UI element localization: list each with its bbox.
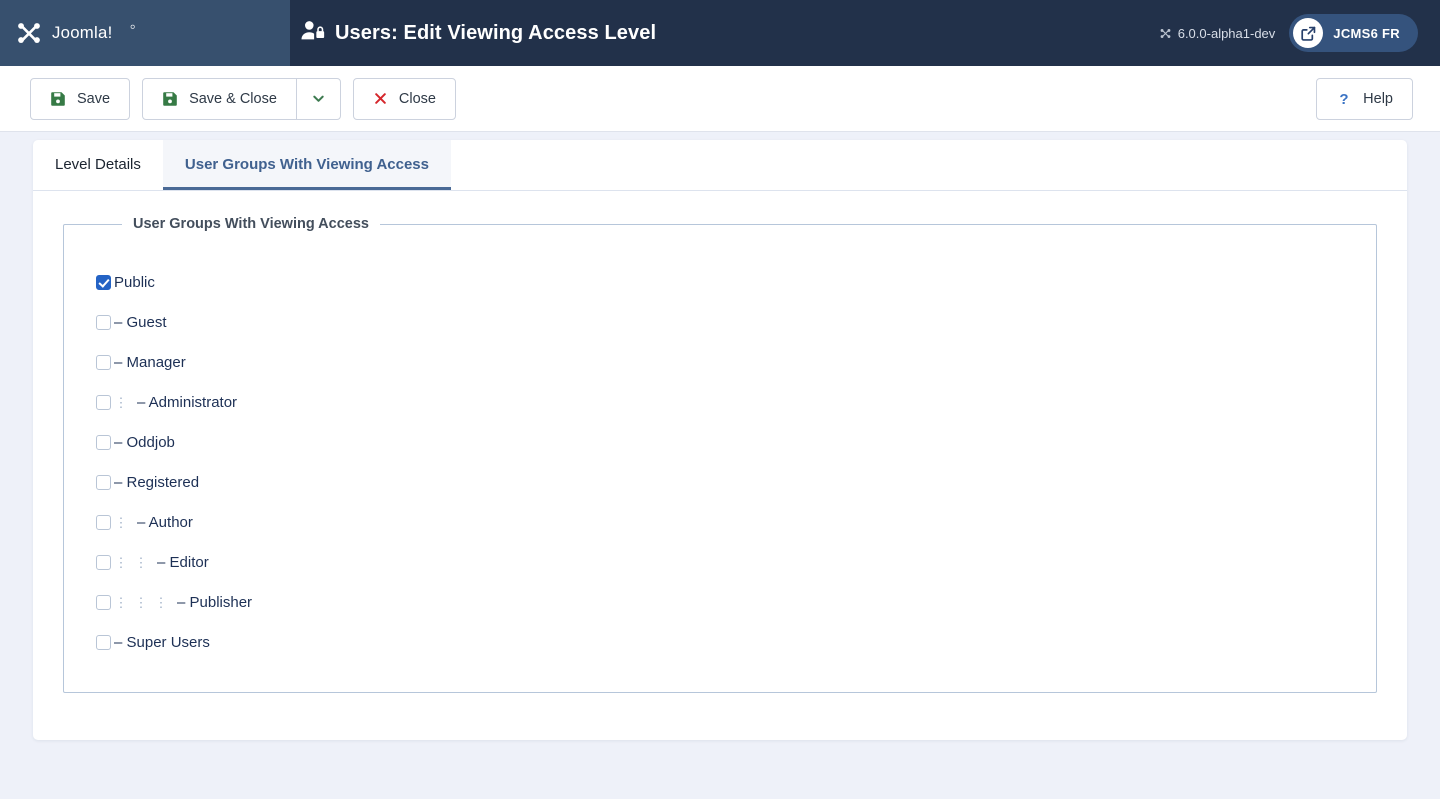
tab-level-details[interactable]: Level Details bbox=[33, 140, 163, 190]
indent-marker-icon: ⋮ bbox=[134, 594, 148, 610]
user-group-row[interactable]: – Oddjob bbox=[96, 422, 1350, 462]
tab-user-groups-with-viewing-access[interactable]: User Groups With Viewing Access bbox=[162, 140, 451, 190]
user-lock-icon bbox=[300, 18, 335, 49]
save-and-close-button[interactable]: Save & Close bbox=[142, 77, 297, 120]
user-group-row[interactable]: – Super Users bbox=[96, 622, 1350, 662]
save-and-close-button-label: Save & Close bbox=[189, 90, 277, 107]
user-group-label[interactable]: – Oddjob bbox=[114, 434, 175, 451]
indent-marker-icon: ⋮ bbox=[154, 594, 168, 610]
user-group-checkbox[interactable] bbox=[96, 434, 111, 450]
svg-text:?: ? bbox=[1340, 91, 1349, 107]
user-group-row[interactable]: ⋮ ⋮ – Editor bbox=[96, 542, 1350, 582]
tab-bar: Level Details User Groups With Viewing A… bbox=[33, 140, 1407, 191]
toolbar-left-group: Save Save & Close Close bbox=[30, 77, 456, 120]
floppy-save-icon bbox=[50, 91, 66, 107]
question-mark-icon: ? bbox=[1336, 91, 1352, 107]
indent-markers: ⋮ bbox=[111, 516, 131, 529]
user-group-label[interactable]: – Guest bbox=[114, 314, 167, 331]
save-close-button-group: Save & Close bbox=[142, 77, 341, 120]
indent-markers: ⋮ bbox=[111, 396, 131, 409]
floppy-save-icon bbox=[162, 91, 178, 107]
page-body: Level Details User Groups With Viewing A… bbox=[0, 140, 1440, 799]
content-card: Level Details User Groups With Viewing A… bbox=[33, 140, 1407, 740]
user-group-checkbox[interactable] bbox=[96, 354, 111, 370]
x-icon bbox=[373, 91, 388, 106]
header-right-area: 6.0.0-alpha1-dev JCMS6 FR bbox=[1159, 0, 1440, 66]
user-group-label[interactable]: – Publisher bbox=[177, 594, 252, 611]
user-group-label[interactable]: – Manager bbox=[114, 354, 186, 371]
user-menu-button[interactable]: JCMS6 FR bbox=[1289, 14, 1418, 52]
save-button[interactable]: Save bbox=[30, 77, 131, 120]
joomla-logo[interactable]: Joomla! bbox=[14, 18, 157, 48]
page-title-area: Users: Edit Viewing Access Level bbox=[290, 0, 1159, 66]
user-group-label[interactable]: Public bbox=[114, 274, 155, 291]
user-group-row[interactable]: Public bbox=[96, 262, 1350, 302]
user-groups-fieldset: User Groups With Viewing Access Public – … bbox=[63, 216, 1377, 693]
user-group-label[interactable]: – Editor bbox=[157, 554, 209, 571]
save-button-label: Save bbox=[77, 90, 111, 107]
indent-marker-icon: ⋮ bbox=[114, 594, 128, 610]
help-button[interactable]: ? Help bbox=[1316, 77, 1413, 120]
joomla-logo-icon bbox=[14, 18, 44, 48]
brand-area[interactable]: Joomla! bbox=[0, 0, 290, 66]
user-group-checkbox[interactable] bbox=[96, 314, 111, 330]
save-options-dropdown-toggle[interactable] bbox=[295, 77, 341, 120]
user-group-checkbox[interactable] bbox=[96, 554, 111, 570]
tab-panel-user-groups: User Groups With Viewing Access Public – … bbox=[33, 191, 1407, 733]
close-button[interactable]: Close bbox=[352, 77, 456, 120]
toolbar-right-group: ? Help bbox=[1316, 77, 1413, 120]
close-button-label: Close bbox=[398, 90, 436, 107]
indent-marker-icon: ⋮ bbox=[114, 554, 128, 570]
user-name-label: JCMS6 FR bbox=[1333, 25, 1400, 41]
version-indicator: 6.0.0-alpha1-dev bbox=[1159, 25, 1276, 41]
indent-markers: ⋮ ⋮ bbox=[111, 556, 151, 569]
user-group-row[interactable]: – Registered bbox=[96, 462, 1350, 502]
user-group-checkbox[interactable] bbox=[96, 474, 111, 490]
user-group-checkbox[interactable] bbox=[96, 634, 111, 650]
user-group-row[interactable]: – Guest bbox=[96, 302, 1350, 342]
indent-marker-icon: ⋮ bbox=[114, 394, 128, 410]
user-group-row[interactable]: ⋮ – Administrator bbox=[96, 382, 1350, 422]
external-link-icon bbox=[1293, 18, 1324, 48]
user-group-label[interactable]: – Registered bbox=[114, 474, 199, 491]
page-title: Users: Edit Viewing Access Level bbox=[335, 21, 657, 44]
user-group-label[interactable]: – Author bbox=[137, 514, 193, 531]
user-group-label[interactable]: – Administrator bbox=[137, 394, 237, 411]
chevron-down-icon bbox=[311, 91, 326, 106]
indent-marker-icon: ⋮ bbox=[134, 554, 148, 570]
user-groups-checkbox-list: Public – Guest – Manager ⋮ – Administrator – … bbox=[90, 250, 1350, 666]
user-group-row[interactable]: ⋮ – Author bbox=[96, 502, 1350, 542]
indent-marker-icon: ⋮ bbox=[114, 514, 128, 530]
toolbar: Save Save & Close Close ? Help bbox=[0, 66, 1440, 132]
version-label: 6.0.0-alpha1-dev bbox=[1177, 25, 1276, 41]
joomla-wordmark: Joomla! bbox=[52, 22, 157, 44]
user-group-row[interactable]: ⋮ ⋮ ⋮ – Publisher bbox=[96, 582, 1350, 622]
fieldset-legend: User Groups With Viewing Access bbox=[133, 216, 369, 232]
app-header: Joomla! Users: Edit Viewing Access Level bbox=[0, 0, 1440, 66]
user-group-checkbox[interactable] bbox=[96, 394, 111, 410]
user-group-checkbox[interactable] bbox=[96, 274, 111, 290]
joomla-mark-icon bbox=[1159, 27, 1172, 40]
indent-markers: ⋮ ⋮ ⋮ bbox=[111, 596, 171, 609]
user-group-checkbox[interactable] bbox=[96, 514, 111, 530]
user-group-row[interactable]: – Manager bbox=[96, 342, 1350, 382]
user-group-label[interactable]: – Super Users bbox=[114, 634, 210, 651]
svg-text:Joomla!: Joomla! bbox=[52, 23, 112, 42]
user-group-checkbox[interactable] bbox=[96, 594, 111, 610]
help-button-label: Help bbox=[1363, 90, 1393, 107]
